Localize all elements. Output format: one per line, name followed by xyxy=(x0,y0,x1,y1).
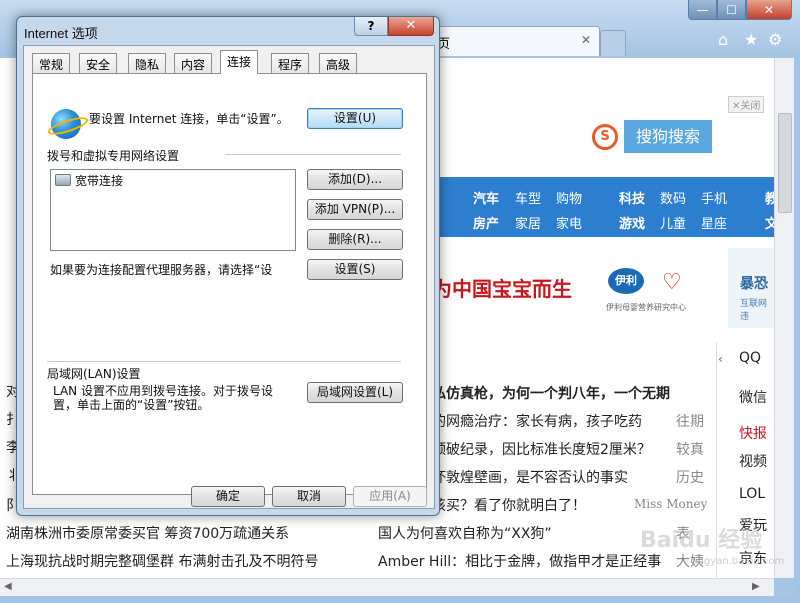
news-link[interactable]: 该买？看了你就明白了！ xyxy=(432,495,586,515)
scroll-right-icon[interactable]: ▶ xyxy=(752,581,760,592)
connections-panel: 要设置 Internet 连接，单击“设置”。 设置(U) 拨号和虚拟专用网络设… xyxy=(32,73,427,495)
nav-link[interactable]: 家电 xyxy=(556,213,582,232)
nav-link[interactable]: 数码 xyxy=(660,188,686,207)
side-link[interactable]: 微信 xyxy=(739,387,767,407)
nav-link[interactable]: 游戏 xyxy=(619,213,645,232)
home-icon[interactable]: ⌂ xyxy=(718,30,728,49)
group-divider xyxy=(47,361,401,362)
nav-link[interactable]: 车型 xyxy=(515,188,541,207)
internet-options-dialog: Internet 选项 ? ✕ 常规 安全 隐私 内容 连接 程序 高级 要设置… xyxy=(16,16,440,516)
news-tag[interactable]: 较真 xyxy=(676,439,704,459)
close-window-button[interactable]: ✕ xyxy=(746,0,792,20)
lan-settings-button[interactable]: 局域网设置(L) xyxy=(307,382,403,403)
scrollbar-thumb[interactable] xyxy=(778,113,792,213)
news-link[interactable]: Amber Hill：相比于金牌，做指甲才是正经事 xyxy=(378,551,661,571)
add-vpn-button[interactable]: 添加 VPN(P)... xyxy=(307,199,403,220)
search-button[interactable]: 搜狗搜索 xyxy=(624,120,712,153)
broadband-icon xyxy=(55,174,71,186)
vertical-scrollbar[interactable] xyxy=(774,58,794,578)
nav-link[interactable]: 儿童 xyxy=(660,213,686,232)
group-divider xyxy=(225,154,401,155)
news-link[interactable]: 湖南株洲市委原常委买官 筹资700万疏通关系 xyxy=(6,523,289,543)
nav-link[interactable]: 手机 xyxy=(701,188,727,207)
yili-logo-icon: 伊利 xyxy=(608,268,644,294)
tab-privacy[interactable]: 隐私 xyxy=(128,53,167,73)
news-link[interactable]: 颈破纪录，因比标准长度短2厘米？ xyxy=(432,439,651,459)
scroll-left-icon[interactable]: ◀ xyxy=(4,581,12,592)
banner-headline: 为中国宝宝而生 xyxy=(432,277,572,301)
nav-link[interactable]: 文 xyxy=(765,213,774,232)
lan-heading: 局域网(LAN)设置 xyxy=(47,367,141,381)
gear-icon[interactable]: ⚙ xyxy=(768,30,782,49)
news-link[interactable]: 上海现抗战时期完整碉堡群 布满射击孔及不明符号 xyxy=(6,551,318,571)
news-link[interactable]: 的网瘾治疗：家长有病，孩子吃药 xyxy=(432,411,642,431)
side-link[interactable]: 视频 xyxy=(739,451,767,471)
connections-list[interactable]: 宽带连接 xyxy=(50,169,296,251)
news-tag[interactable]: 往期 xyxy=(676,411,704,431)
tab-security[interactable]: 安全 xyxy=(79,53,118,73)
side-link[interactable]: 快报 xyxy=(739,423,767,443)
settings-button[interactable]: 设置(S) xyxy=(307,259,403,280)
banner-caption: 伊利母婴营养研究中心 xyxy=(606,303,686,312)
close-dialog-button[interactable]: ✕ xyxy=(388,17,434,36)
remove-button[interactable]: 删除(R)... xyxy=(307,229,403,250)
window-frame xyxy=(0,596,800,603)
window-frame xyxy=(794,58,800,598)
tab-general[interactable]: 常规 xyxy=(32,53,71,73)
side-ad-subtitle: 互联网违 xyxy=(740,299,768,322)
side-link[interactable]: QQ xyxy=(739,350,761,366)
cancel-button[interactable]: 取消 xyxy=(272,486,346,507)
nav-link[interactable]: 房产 xyxy=(473,213,499,232)
tab-advanced[interactable]: 高级 xyxy=(319,53,358,73)
nav-link[interactable]: 教 xyxy=(765,188,774,207)
tab-programs[interactable]: 程序 xyxy=(271,53,310,73)
dialog-body: 常规 安全 隐私 内容 连接 程序 高级 要设置 Internet 连接，单击“… xyxy=(23,45,435,509)
minimize-button[interactable]: — xyxy=(688,0,717,20)
heart-logo-icon: ♡ xyxy=(662,270,682,295)
watermark-logo: Baidu 经验 xyxy=(640,528,763,553)
horizontal-scrollbar[interactable]: ◀ ▶ xyxy=(0,578,774,596)
tab-connections[interactable]: 连接 xyxy=(220,50,259,74)
sogou-logo-icon: S xyxy=(592,124,618,150)
tab-content[interactable]: 内容 xyxy=(174,53,213,73)
ie-globe-icon xyxy=(51,109,81,139)
chevron-left-icon[interactable]: ‹ xyxy=(718,352,723,366)
ad-close-button[interactable]: ✕关闭 xyxy=(728,96,765,113)
ok-button[interactable]: 确定 xyxy=(191,486,265,507)
watermark-url: jingyan.baidu.com xyxy=(692,556,785,567)
nav-link[interactable]: 科技 xyxy=(619,188,645,207)
tab-close-icon[interactable]: ✕ xyxy=(581,33,591,47)
news-link[interactable]: 国人为何喜欢自称为“XX狗” xyxy=(378,523,552,543)
new-tab-button[interactable] xyxy=(600,30,626,56)
add-button[interactable]: 添加(D)... xyxy=(307,169,403,190)
proxy-description: 如果要为连接配置代理服务器，请选择“设 xyxy=(50,263,273,277)
lan-description: LAN 设置不应用到拨号连接。对于拨号设置，单击上面的“设置”按钮。 xyxy=(53,384,273,412)
news-link[interactable]: 坏敦煌壁画，是不容否认的事实 xyxy=(432,467,628,487)
setup-button[interactable]: 设置(U) xyxy=(307,108,403,129)
news-tag[interactable]: 历史 xyxy=(676,467,704,487)
help-button[interactable]: ? xyxy=(354,17,388,36)
nav-link[interactable]: 家居 xyxy=(515,213,541,232)
side-ad-title: 暴恐 xyxy=(740,276,768,292)
apply-button[interactable]: 应用(A) xyxy=(353,486,427,507)
dialup-heading: 拨号和虚拟专用网络设置 xyxy=(47,149,180,163)
nav-link[interactable]: 星座 xyxy=(701,213,727,232)
setup-description: 要设置 Internet 连接，单击“设置”。 xyxy=(89,112,289,126)
news-tag[interactable]: Miss Money xyxy=(634,497,707,511)
connection-item[interactable]: 宽带连接 xyxy=(75,172,123,189)
maximize-button[interactable]: ☐ xyxy=(717,0,746,20)
side-link[interactable]: LOL xyxy=(739,486,765,502)
favorites-icon[interactable]: ★ xyxy=(744,30,758,49)
news-link[interactable]: 私仿真枪，为何一个判八年，一个无期 xyxy=(432,383,670,403)
dialog-title: Internet 选项 xyxy=(24,26,98,41)
nav-link[interactable]: 汽车 xyxy=(473,188,499,207)
nav-link[interactable]: 购物 xyxy=(556,188,582,207)
